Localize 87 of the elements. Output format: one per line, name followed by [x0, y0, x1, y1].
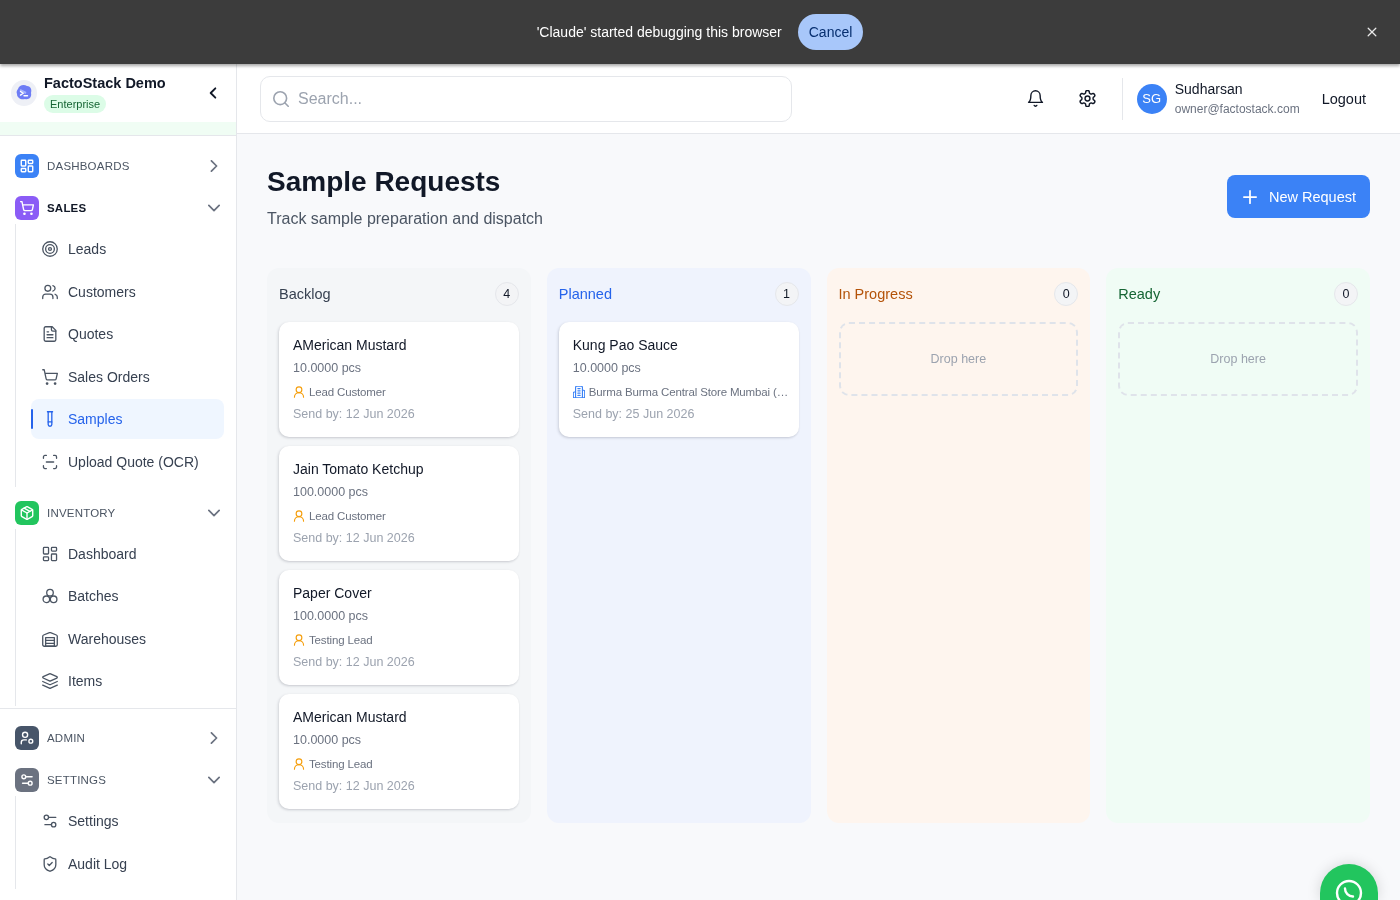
person-icon [293, 634, 305, 646]
quantity-text: 10.0000 pcs [293, 360, 362, 377]
quantity-text: 10.0000 pcs [293, 732, 362, 749]
nav-section[interactable]: INVENTORY [15, 496, 224, 529]
cart-icon [42, 368, 58, 385]
plan-badge: Enterprise [44, 94, 107, 113]
grid-icon [42, 545, 58, 562]
cancel-button[interactable]: Cancel [797, 14, 864, 50]
sliders-icon [42, 813, 58, 829]
banner-message: 'Claude' started debugging this browser [536, 24, 782, 40]
avatar: SG [1136, 83, 1167, 114]
search-field[interactable]: Search... [260, 75, 792, 122]
phone-icon [1335, 878, 1363, 900]
column-title: In Progress [838, 286, 913, 302]
contact-name: Testing Lead [309, 633, 373, 648]
user-email: owner@factostack.com [1174, 101, 1300, 117]
card-title: Paper Cover [293, 584, 372, 603]
sample-card[interactable]: AMerican Mustard 10.0000 pcs Testing Lead Send by: 12 Jun 2026 [279, 694, 519, 809]
person-icon [293, 758, 305, 770]
sample-card[interactable]: Kung Pao Sauce 10.0000 pcs Burma Burma Central Store Mumbai (… Send by: 25 Jun 2026 [558, 322, 799, 437]
card-title: AMerican Mustard [293, 336, 407, 355]
column-title: Planned [558, 286, 612, 302]
sample-card[interactable]: Paper Cover 100.0000 pcs Testing Lead Send by: 12 Jun 2026 [279, 570, 519, 685]
nav-item[interactable]: Samples [31, 399, 224, 439]
bell-icon [1027, 90, 1045, 107]
send-by-date: Send by: 12 Jun 2026 [293, 406, 415, 423]
drop-zone: Drop here [1118, 322, 1358, 396]
users-icon [42, 283, 58, 300]
contact-name: Testing Lead [309, 757, 373, 772]
contact-name: Lead Customer [309, 509, 386, 524]
count-badge: 4 [494, 282, 519, 306]
contact-name: Burma Burma Central Store Mumbai (… [588, 385, 788, 400]
nav-section[interactable]: ADMIN [15, 722, 224, 754]
document-icon [42, 326, 58, 342]
nav-item[interactable]: Settings [31, 801, 224, 841]
person-icon [293, 386, 305, 398]
column-title: Ready [1118, 286, 1161, 302]
quantity-text: 100.0000 pcs [293, 608, 369, 625]
contact-name: Lead Customer [309, 385, 386, 400]
quantity-text: 100.0000 pcs [293, 484, 369, 501]
nav-item[interactable]: Dashboard [31, 533, 224, 574]
warehouse-icon [42, 630, 58, 647]
nav-item[interactable]: Customers [31, 271, 224, 312]
new-request-button[interactable]: New Request [1226, 175, 1370, 218]
nav-item[interactable]: Items [31, 661, 224, 701]
quantity-text: 10.0000 pcs [572, 360, 641, 377]
user-name: Sudharsan [1174, 80, 1243, 98]
nav-item[interactable]: Leads [31, 229, 224, 269]
send-by-date: Send by: 12 Jun 2026 [293, 654, 415, 671]
settings-icon [1079, 90, 1097, 107]
nav-item[interactable]: Batches [31, 576, 224, 616]
building-icon [572, 386, 585, 398]
count-badge: 1 [774, 282, 799, 306]
card-title: AMerican Mustard [293, 708, 407, 727]
sample-card[interactable]: AMerican Mustard 10.0000 pcs Lead Customer Send by: 12 Jun 2026 [279, 322, 519, 437]
card-title: Kung Pao Sauce [572, 336, 678, 355]
page-title: Sample Requests [267, 165, 501, 199]
plus-icon [1242, 189, 1257, 204]
page-subtitle: Track sample preparation and dispatch [267, 209, 543, 229]
sample-card[interactable]: Jain Tomato Ketchup 100.0000 pcs Lead Customer Send by: 12 Jun 2026 [279, 446, 519, 561]
person-icon [293, 510, 305, 522]
logout-button[interactable]: Logout [1321, 86, 1366, 111]
count-badge: 0 [1054, 282, 1079, 306]
scan-icon [42, 453, 58, 470]
nav-item[interactable]: Quotes [31, 314, 224, 354]
column-title: Backlog [279, 286, 331, 302]
logo-icon [11, 80, 37, 106]
send-by-date: Send by: 12 Jun 2026 [293, 530, 415, 547]
send-by-date: Send by: 25 Jun 2026 [572, 406, 695, 423]
target-icon [42, 241, 58, 257]
nav-section[interactable]: SALES [15, 192, 224, 224]
drop-zone: Drop here [838, 322, 1079, 396]
layers-icon [42, 673, 58, 689]
search-icon [273, 90, 289, 107]
nav-item[interactable]: Audit Log [31, 843, 224, 884]
close-icon [1365, 25, 1379, 39]
nav-section[interactable]: SETTINGS [15, 764, 224, 796]
circles-icon [42, 588, 58, 604]
shield-check-icon [42, 855, 58, 872]
card-title: Jain Tomato Ketchup [293, 460, 424, 479]
brand-name: FactoStack Demo [44, 73, 166, 92]
nav-item[interactable]: Warehouses [31, 618, 224, 659]
send-by-date: Send by: 12 Jun 2026 [293, 778, 415, 795]
nav-section[interactable]: DASHBOARDS [15, 150, 224, 182]
nav-item[interactable]: Upload Quote (OCR) [31, 441, 224, 482]
nav-item[interactable]: Sales Orders [31, 356, 224, 397]
count-badge: 0 [1334, 282, 1358, 306]
